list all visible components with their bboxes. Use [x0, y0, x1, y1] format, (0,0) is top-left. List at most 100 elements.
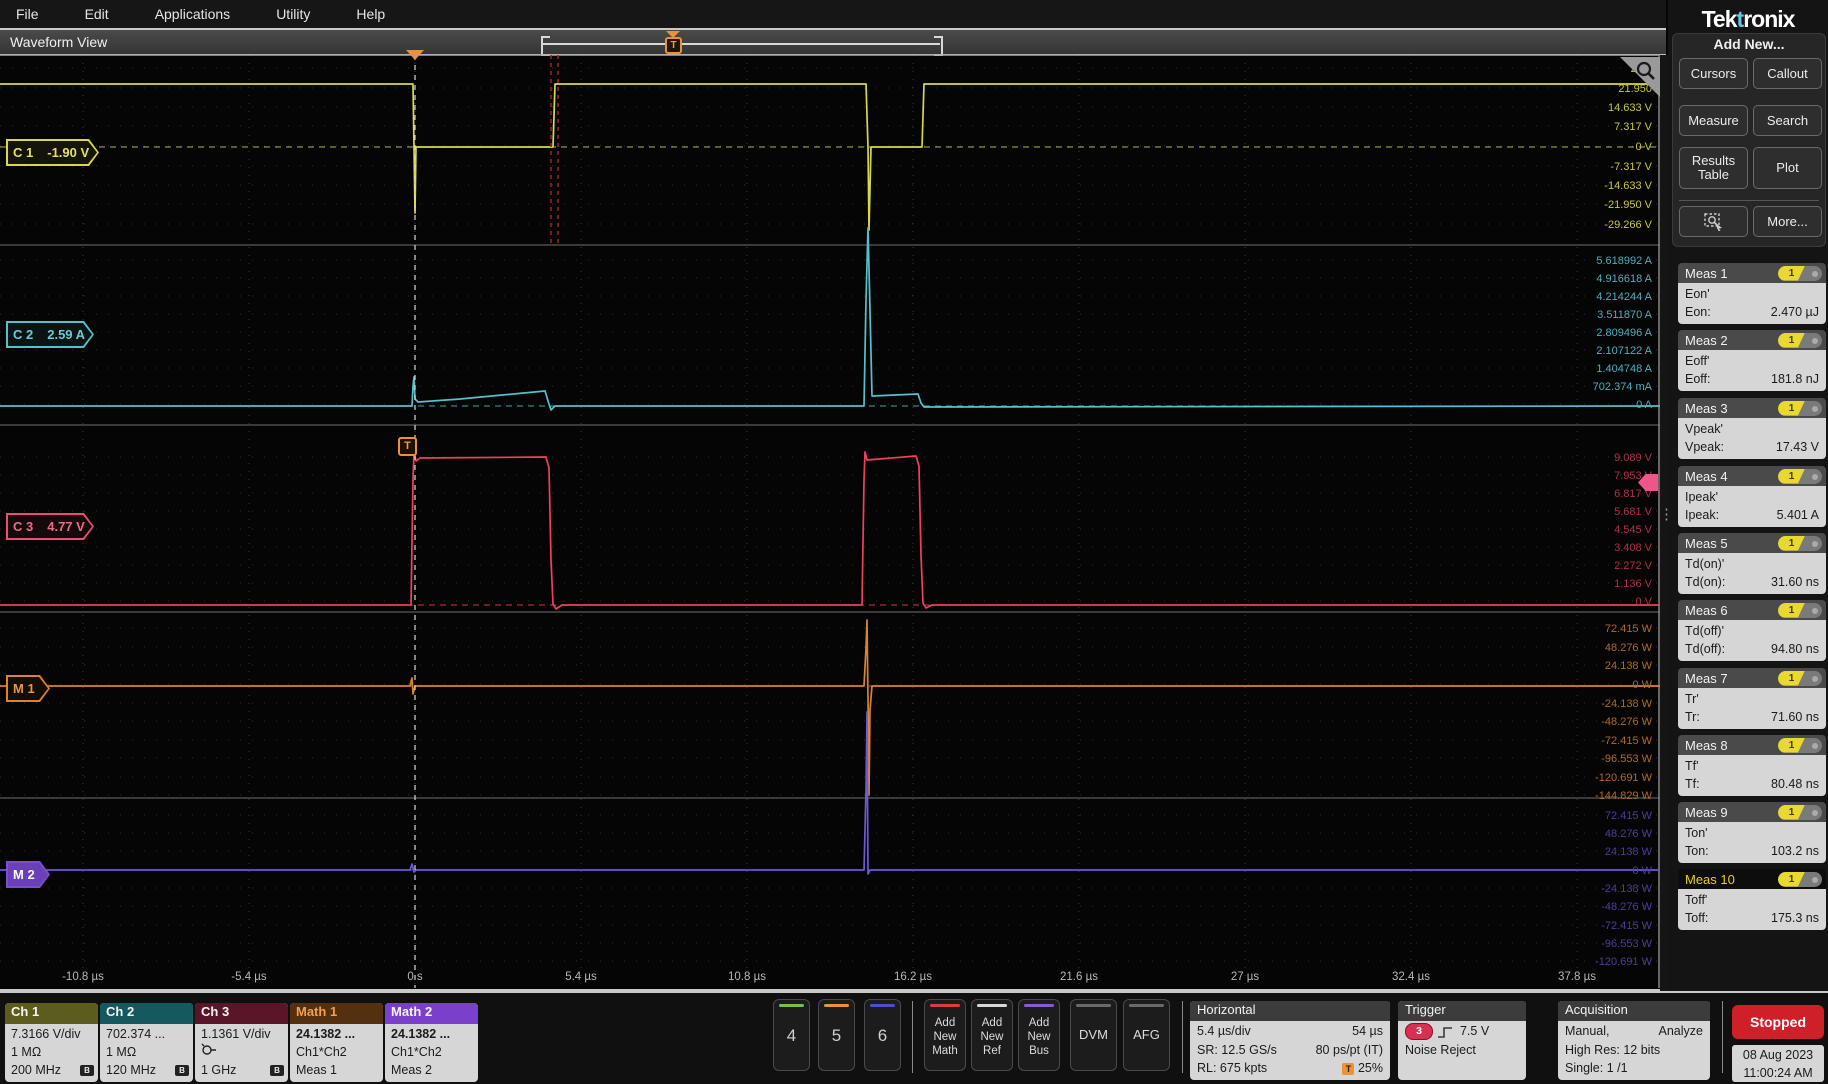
add-new-bus-button[interactable]: Add New Bus	[1018, 999, 1060, 1071]
svg-text:21.950: 21.950	[1618, 83, 1652, 95]
meas-3-card[interactable]: Meas 31 Vpeak'Vpeak:17.43 V	[1678, 398, 1826, 459]
horizontal-panel[interactable]: Horizontal 5.4 µs/div54 µs SR: 12.5 GS/s…	[1190, 1001, 1390, 1080]
svg-text:24.138 W: 24.138 W	[1605, 660, 1653, 672]
svg-text:-29.266 V: -29.266 V	[1604, 219, 1652, 231]
svg-text:0 V: 0 V	[1635, 596, 1652, 608]
svg-text:-120.691 W: -120.691 W	[1595, 772, 1652, 784]
dvm-button[interactable]: DVM	[1070, 999, 1117, 1071]
meas-source-toggle[interactable]: 1	[1778, 401, 1822, 416]
meas-9-card[interactable]: Meas 91 Ton'Ton:103.2 ns	[1678, 802, 1826, 863]
meas-source-toggle[interactable]: 1	[1778, 738, 1822, 753]
measure-button[interactable]: Measure	[1679, 105, 1748, 136]
svg-text:-144.829 W: -144.829 W	[1595, 790, 1652, 802]
search-button[interactable]: Search	[1753, 105, 1822, 136]
math1-settings-badge[interactable]: Math 1 24.1382 ...Ch1*Ch2 Meas 1	[290, 1003, 383, 1082]
svg-text:1.136 V: 1.136 V	[1614, 578, 1653, 590]
meas-5-card[interactable]: Meas 51 Td(on)'Td(on):31.60 ns	[1678, 533, 1826, 594]
acquisition-panel[interactable]: Acquisition Manual,Analyze High Res: 12 …	[1558, 1001, 1710, 1080]
add-new-ref-button[interactable]: Add New Ref	[971, 999, 1013, 1071]
svg-text:0 V: 0 V	[1635, 141, 1652, 153]
channel-5-button[interactable]: 5	[818, 999, 855, 1071]
svg-text:14.633 V: 14.633 V	[1608, 102, 1653, 114]
channel-badge-c2[interactable]: C 22.59 A	[6, 321, 94, 348]
svg-text:32.4 µs: 32.4 µs	[1392, 971, 1430, 983]
meas-source-toggle[interactable]: 1	[1778, 469, 1822, 484]
callout-button[interactable]: Callout	[1753, 58, 1822, 89]
trigger-panel[interactable]: Trigger 3 7.5 V Noise Reject	[1398, 1001, 1526, 1080]
svg-text:-24.138 W: -24.138 W	[1601, 883, 1652, 895]
svg-text:4.214244 A: 4.214244 A	[1596, 291, 1652, 303]
svg-text:2.107122 A: 2.107122 A	[1596, 345, 1652, 357]
svg-text:-24.138 W: -24.138 W	[1601, 698, 1652, 710]
ch2-settings-badge[interactable]: Ch 2 702.374 ...1 MΩ 120 MHzB	[100, 1003, 193, 1082]
meas-source-toggle[interactable]: 1	[1778, 333, 1822, 348]
channel-badge-c1[interactable]: C 1-1.90 V	[6, 139, 99, 166]
meas-source-toggle[interactable]: 1	[1778, 536, 1822, 551]
channel-6-button[interactable]: 6	[864, 999, 901, 1071]
datetime-display: 08 Aug 2023 11:00:24 AM	[1732, 1045, 1824, 1082]
run-stop-status-button[interactable]: Stopped	[1732, 1005, 1824, 1039]
meas-4-card[interactable]: Meas 41 Ipeak'Ipeak:5.401 A	[1678, 466, 1826, 527]
svg-text:48.276 W: 48.276 W	[1605, 828, 1653, 840]
meas-source-toggle[interactable]: 1	[1778, 266, 1822, 281]
cursors-button[interactable]: Cursors	[1679, 58, 1748, 89]
svg-text:24.138 W: 24.138 W	[1605, 846, 1653, 858]
channel-4-button[interactable]: 4	[773, 999, 810, 1071]
svg-text:2.809496 A: 2.809496 A	[1596, 327, 1652, 339]
svg-text:-14.633 V: -14.633 V	[1604, 180, 1652, 192]
panel-divider	[1660, 55, 1668, 1084]
add-new-section: Add New... Cursors Callout Measure Searc…	[1672, 33, 1826, 247]
ch1-settings-badge[interactable]: Ch 1 7.3166 V/div1 MΩ 200 MHzB	[5, 1003, 98, 1082]
math-badge-m2[interactable]: M 2	[6, 861, 50, 888]
svg-text:3.408 V: 3.408 V	[1614, 542, 1653, 554]
svg-text:1.404748 A: 1.404748 A	[1596, 363, 1652, 375]
afg-button[interactable]: AFG	[1123, 999, 1170, 1071]
svg-text:0 W: 0 W	[1632, 679, 1652, 691]
svg-text:-96.553 W: -96.553 W	[1601, 938, 1652, 950]
meas-8-card[interactable]: Meas 81 Tf'Tf:80.48 ns	[1678, 735, 1826, 796]
svg-text:5.4 µs: 5.4 µs	[565, 971, 597, 983]
meas-7-card[interactable]: Meas 71 Tr'Tr:71.60 ns	[1678, 668, 1826, 729]
svg-text:4.916618 A: 4.916618 A	[1596, 273, 1652, 285]
meas-10-card[interactable]: Meas 101 Toff'Toff:175.3 ns	[1678, 869, 1826, 930]
meas-source-toggle[interactable]: 1	[1778, 805, 1822, 820]
meas-6-card[interactable]: Meas 61 Td(off)'Td(off):94.80 ns	[1678, 600, 1826, 661]
trigger-level-marker[interactable]: T	[398, 437, 417, 456]
channel-badge-c3[interactable]: C 34.77 V	[6, 513, 94, 540]
meas-2-card[interactable]: Meas 21 Eoff'Eoff:181.8 nJ	[1678, 330, 1826, 391]
plot-button[interactable]: Plot	[1753, 147, 1822, 189]
bandwidth-badge-icon: B	[270, 1065, 284, 1076]
more-button[interactable]: More...	[1753, 206, 1822, 237]
rising-edge-icon	[1436, 1025, 1456, 1039]
svg-text:72.415 W: 72.415 W	[1605, 810, 1653, 822]
results-table-button[interactable]: Results Table	[1679, 147, 1748, 189]
meas-1-card[interactable]: Meas 11 Eon'Eon:2.470 µJ	[1678, 263, 1826, 324]
divider	[1182, 1001, 1183, 1073]
waveform-area: 29.221.95014.633 V7.317 V0 V-7.317 V-14.…	[0, 0, 1666, 1084]
svg-text:0 s: 0 s	[407, 971, 423, 983]
add-new-title: Add New...	[1673, 36, 1825, 52]
meas-source-toggle[interactable]: 1	[1778, 872, 1822, 887]
svg-text:72.415 W: 72.415 W	[1605, 623, 1653, 635]
bandwidth-badge-icon: B	[175, 1065, 189, 1076]
divider	[1722, 1001, 1723, 1073]
math-badge-m1[interactable]: M 1	[6, 675, 50, 702]
svg-text:27 µs: 27 µs	[1231, 971, 1260, 983]
svg-text:-48.276 W: -48.276 W	[1601, 716, 1652, 728]
svg-text:21.6 µs: 21.6 µs	[1060, 971, 1098, 983]
meas-source-toggle[interactable]: 1	[1778, 603, 1822, 618]
zoom-select-button[interactable]	[1679, 206, 1748, 237]
svg-text:-72.415 W: -72.415 W	[1601, 735, 1652, 747]
side-panel: Tektronix Add New... Cursors Callout Mea…	[1668, 0, 1828, 1084]
section-divider	[1679, 200, 1819, 201]
ch3-settings-badge[interactable]: Ch 3 1.1361 V/div 1 GHzB	[195, 1003, 288, 1082]
zoom-select-icon	[1704, 213, 1724, 231]
svg-text:-7.317 V: -7.317 V	[1610, 161, 1652, 173]
meas-source-toggle[interactable]: 1	[1778, 671, 1822, 686]
svg-text:48.276 W: 48.276 W	[1605, 642, 1653, 654]
add-new-math-button[interactable]: Add New Math	[924, 999, 966, 1071]
svg-text:-21.950 V: -21.950 V	[1604, 199, 1652, 211]
svg-text:-48.276 W: -48.276 W	[1601, 901, 1652, 913]
trigger-position-triangle[interactable]	[406, 50, 424, 60]
math2-settings-badge[interactable]: Math 2 24.1382 ...Ch1*Ch2 Meas 2	[385, 1003, 478, 1082]
